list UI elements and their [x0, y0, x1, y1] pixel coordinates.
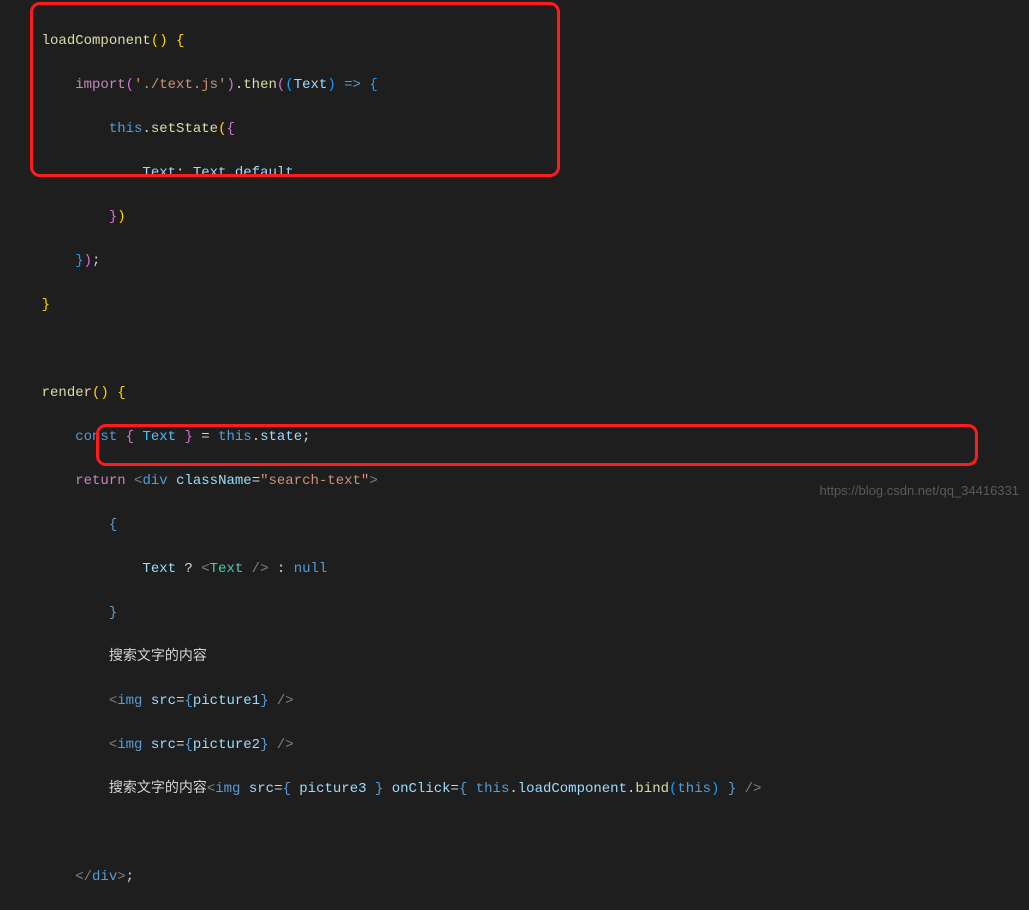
code-line: }: [8, 602, 1029, 624]
code-line: 搜索文字的内容: [8, 646, 1029, 668]
code-line: }: [8, 294, 1029, 316]
fn-name: loadComponent: [42, 33, 151, 49]
paren: (): [151, 33, 168, 49]
code-line: loadComponent() {: [8, 30, 1029, 52]
code-line: });: [8, 250, 1029, 272]
code-line: }): [8, 206, 1029, 228]
fn-render: render: [42, 385, 92, 401]
code-line: render() {: [8, 382, 1029, 404]
code-editor[interactable]: loadComponent() { import('./text.js').th…: [0, 0, 1029, 910]
cn-text: 搜索文字的内容: [109, 649, 207, 665]
code-line: 搜索文字的内容<img src={ picture3 } onClick={ t…: [8, 778, 1029, 800]
code-line: <img src={picture2} />: [8, 734, 1029, 756]
watermark-text: https://blog.csdn.net/qq_34416331: [820, 483, 1020, 498]
code-line: <img src={picture1} />: [8, 690, 1029, 712]
code-line: Text ? <Text /> : null: [8, 558, 1029, 580]
kw-import: import: [75, 77, 125, 93]
code-line: [8, 822, 1029, 844]
code-line: {: [8, 514, 1029, 536]
code-line: const { Text } = this.state;: [8, 426, 1029, 448]
code-line: [8, 338, 1029, 360]
code-line: this.setState({: [8, 118, 1029, 140]
code-line: Text: Text.default: [8, 162, 1029, 184]
code-line: </div>;: [8, 866, 1029, 888]
code-line: import('./text.js').then((Text) => {: [8, 74, 1029, 96]
cn-text: 搜索文字的内容: [109, 781, 207, 797]
str-path: './text.js': [134, 77, 226, 93]
